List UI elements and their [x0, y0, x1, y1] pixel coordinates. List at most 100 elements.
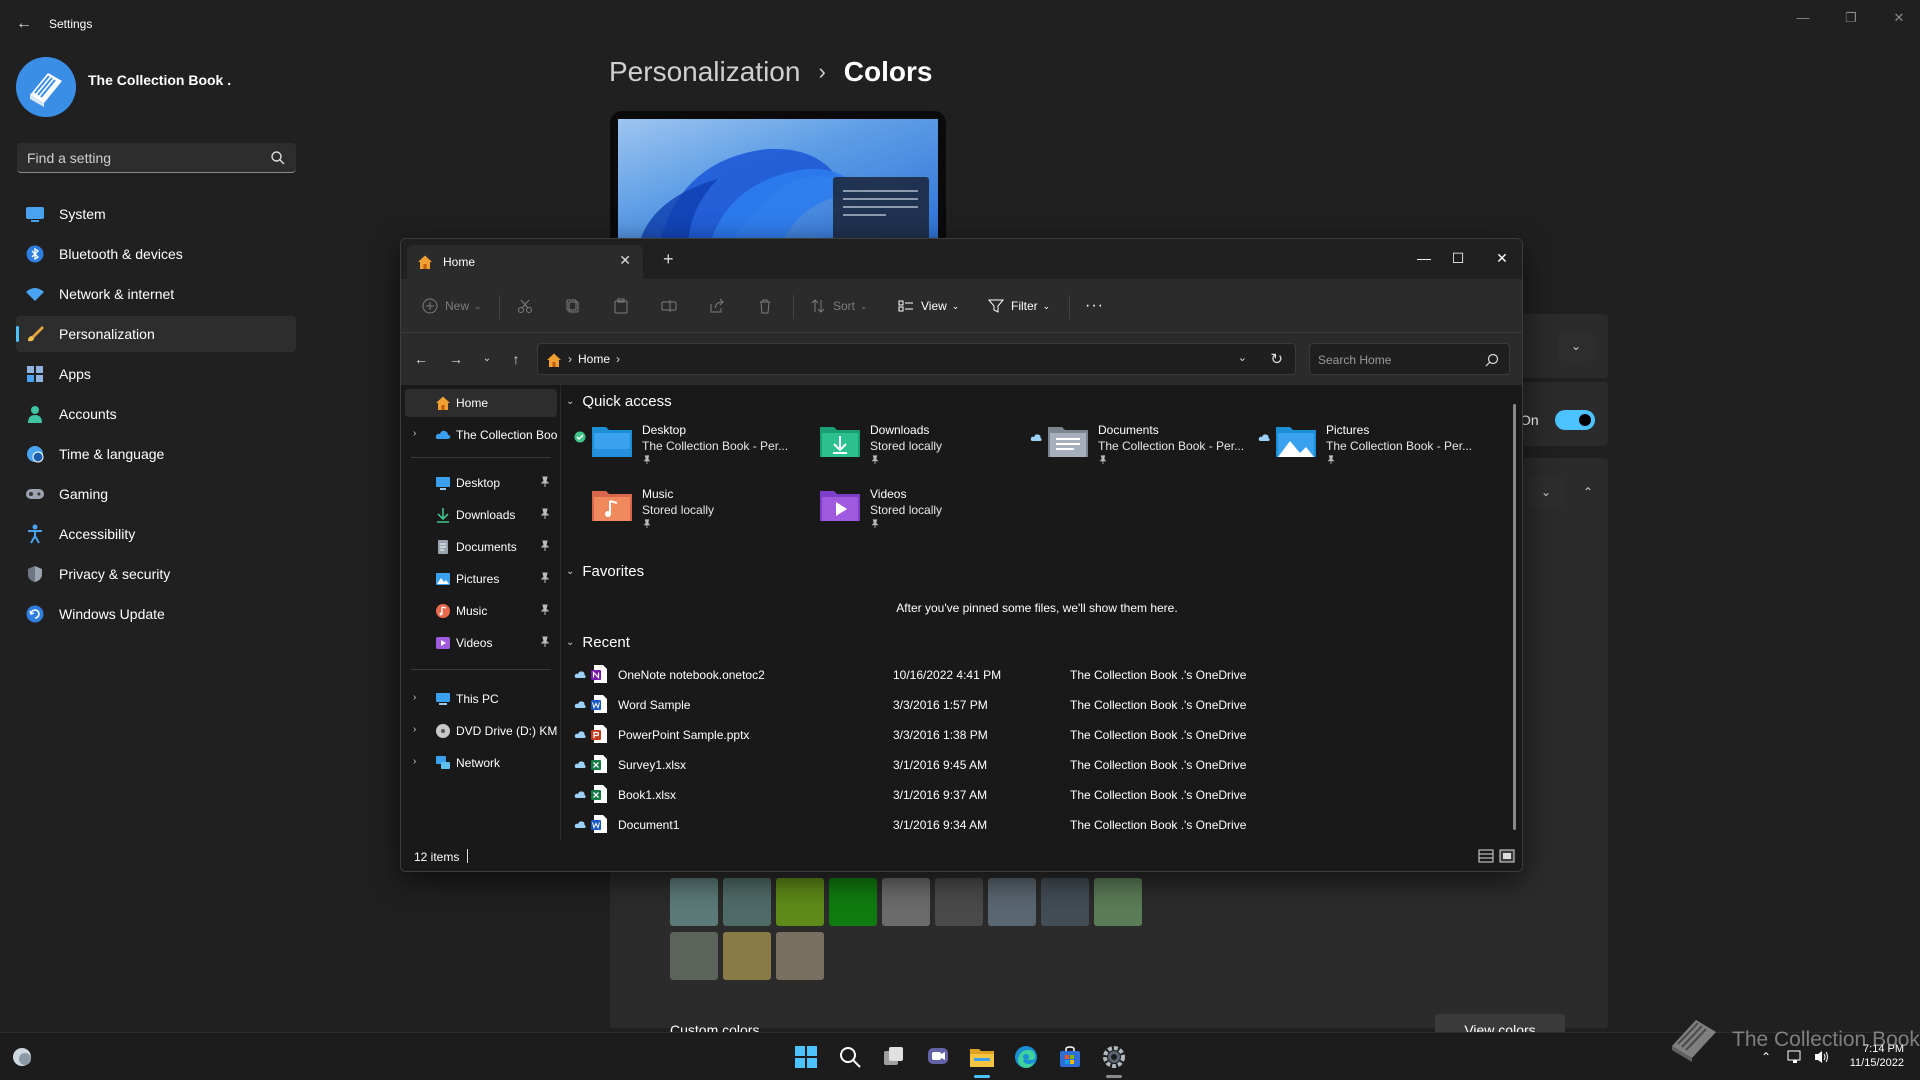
- nav-item-music[interactable]: Music: [405, 597, 557, 625]
- chevron-down-icon[interactable]: ⌄: [1558, 330, 1594, 362]
- nav-item-dvd-drive[interactable]: › DVD Drive (D:) KMS: [405, 717, 557, 745]
- sidebar-item-system[interactable]: System: [16, 196, 296, 232]
- table-row[interactable]: Document1 3/1/2016 9:34 AM The Collectio…: [562, 809, 1502, 839]
- search-icon[interactable]: [270, 150, 286, 166]
- tiles-view-icon[interactable]: [1499, 848, 1515, 864]
- table-row[interactable]: Word Sample 3/3/2016 1:57 PM The Collect…: [562, 689, 1502, 719]
- paste-icon[interactable]: [613, 295, 629, 317]
- color-swatch[interactable]: [723, 878, 771, 926]
- explorer-search-box[interactable]: [1309, 343, 1510, 375]
- sidebar-item-windows-update[interactable]: Windows Update: [16, 596, 296, 632]
- color-swatch[interactable]: [988, 878, 1036, 926]
- search-icon[interactable]: [1485, 353, 1499, 367]
- share-icon[interactable]: [709, 295, 725, 317]
- sidebar-item-gaming[interactable]: Gaming: [16, 476, 296, 512]
- start-button-icon[interactable]: [792, 1043, 820, 1071]
- avatar[interactable]: [16, 57, 76, 117]
- table-row[interactable]: OneNote notebook.onetoc2 10/16/2022 4:41…: [562, 659, 1502, 689]
- maximize-button[interactable]: ☐: [1438, 245, 1478, 271]
- nav-item-home[interactable]: Home: [405, 389, 557, 417]
- color-swatch[interactable]: [723, 932, 771, 980]
- sidebar-item-network[interactable]: Network & internet: [16, 276, 296, 312]
- sidebar-item-personalization[interactable]: Personalization: [16, 316, 296, 352]
- transparency-toggle[interactable]: [1555, 410, 1595, 430]
- color-swatch[interactable]: [829, 878, 877, 926]
- quick-access-item-documents[interactable]: Documents The Collection Book - Per...: [1030, 417, 1244, 473]
- sidebar-item-accounts[interactable]: Accounts: [16, 396, 296, 432]
- nav-item-videos[interactable]: Videos: [405, 629, 557, 657]
- pin-icon[interactable]: [539, 604, 551, 616]
- file-explorer-icon[interactable]: [968, 1043, 996, 1071]
- pin-icon[interactable]: [539, 572, 551, 584]
- nav-item-downloads[interactable]: Downloads: [405, 501, 557, 529]
- nav-item-desktop[interactable]: Desktop: [405, 469, 557, 497]
- rename-icon[interactable]: [661, 295, 677, 317]
- search-input[interactable]: [27, 149, 257, 167]
- nav-item-network[interactable]: › Network: [405, 749, 557, 777]
- quick-access-item-downloads[interactable]: Downloads Stored locally: [802, 417, 1012, 473]
- color-swatch[interactable]: [882, 878, 930, 926]
- minimize-button[interactable]: —: [1788, 8, 1818, 28]
- filter-button[interactable]: Filter ⌄: [987, 295, 1050, 317]
- search-input[interactable]: [1318, 352, 1478, 368]
- color-swatch[interactable]: [935, 878, 983, 926]
- table-row[interactable]: PowerPoint Sample.pptx 3/3/2016 1:38 PM …: [562, 719, 1502, 749]
- forward-arrow-icon[interactable]: →: [446, 349, 466, 369]
- close-button[interactable]: ✕: [1482, 245, 1522, 271]
- sidebar-item-privacy[interactable]: Privacy & security: [16, 556, 296, 592]
- delete-icon[interactable]: [757, 295, 773, 317]
- quick-access-item-pictures[interactable]: Pictures The Collection Book - Per...: [1258, 417, 1472, 473]
- nav-item-pictures[interactable]: Pictures: [405, 565, 557, 593]
- quick-access-item-music[interactable]: Music Stored locally: [574, 481, 784, 537]
- breadcrumb-parent[interactable]: Personalization: [609, 56, 800, 88]
- address-dropdown-icon[interactable]: ⌄: [1238, 351, 1247, 364]
- quick-access-header[interactable]: ⌄ Quick access: [566, 393, 672, 410]
- sidebar-item-bluetooth[interactable]: Bluetooth & devices: [16, 236, 296, 272]
- color-swatch[interactable]: [776, 932, 824, 980]
- settings-gear-icon[interactable]: [1100, 1043, 1128, 1071]
- task-view-icon[interactable]: [880, 1043, 908, 1071]
- color-swatch[interactable]: [670, 878, 718, 926]
- settings-search-box[interactable]: [17, 143, 296, 173]
- up-arrow-icon[interactable]: ↑: [506, 349, 526, 369]
- more-options-icon[interactable]: ···: [1085, 295, 1104, 317]
- table-row[interactable]: Survey1.xlsx 3/1/2016 9:45 AM The Collec…: [562, 749, 1502, 779]
- weather-widget-icon[interactable]: [8, 1043, 36, 1071]
- tab-home[interactable]: Home ✕: [407, 245, 643, 279]
- copy-icon[interactable]: [565, 295, 581, 317]
- chat-icon[interactable]: [924, 1043, 952, 1071]
- edge-browser-icon[interactable]: [1012, 1043, 1040, 1071]
- nav-item-this-pc[interactable]: › This PC: [405, 685, 557, 713]
- table-row[interactable]: Book1.xlsx 3/1/2016 9:37 AM The Collecti…: [562, 779, 1502, 809]
- chevron-right-icon[interactable]: ›: [413, 756, 423, 767]
- nav-item-onedrive[interactable]: › The Collection Boo: [405, 421, 557, 449]
- pin-icon[interactable]: [539, 636, 551, 648]
- sidebar-item-time-language[interactable]: Time & language: [16, 436, 296, 472]
- pin-icon[interactable]: [539, 476, 551, 488]
- chevron-up-icon[interactable]: ⌃: [1570, 476, 1606, 508]
- pin-icon[interactable]: [539, 508, 551, 520]
- back-arrow-icon[interactable]: ←: [14, 14, 34, 34]
- sort-button[interactable]: Sort ⌄: [809, 295, 868, 317]
- refresh-icon[interactable]: ↻: [1270, 350, 1283, 368]
- chevron-right-icon[interactable]: ›: [413, 724, 423, 735]
- color-swatch[interactable]: [776, 878, 824, 926]
- cut-icon[interactable]: [517, 295, 533, 317]
- vertical-scrollbar[interactable]: [1513, 404, 1516, 830]
- quick-access-item-desktop[interactable]: Desktop The Collection Book - Per...: [574, 417, 788, 473]
- nav-item-documents[interactable]: Documents: [405, 533, 557, 561]
- new-button[interactable]: New ⌄: [421, 295, 482, 317]
- address-location[interactable]: Home: [578, 352, 610, 366]
- color-swatch[interactable]: [1041, 878, 1089, 926]
- restore-button[interactable]: ❐: [1836, 8, 1866, 28]
- sidebar-item-apps[interactable]: Apps: [16, 356, 296, 392]
- close-button[interactable]: ✕: [1884, 8, 1914, 28]
- store-icon[interactable]: [1056, 1043, 1084, 1071]
- color-swatch[interactable]: [670, 932, 718, 980]
- chevron-right-icon[interactable]: ›: [413, 428, 423, 439]
- back-arrow-icon[interactable]: ←: [411, 349, 431, 369]
- chevron-right-icon[interactable]: ›: [413, 692, 423, 703]
- details-view-icon[interactable]: [1478, 848, 1494, 864]
- recent-header[interactable]: ⌄ Recent: [566, 634, 630, 651]
- favorites-header[interactable]: ⌄ Favorites: [566, 563, 644, 580]
